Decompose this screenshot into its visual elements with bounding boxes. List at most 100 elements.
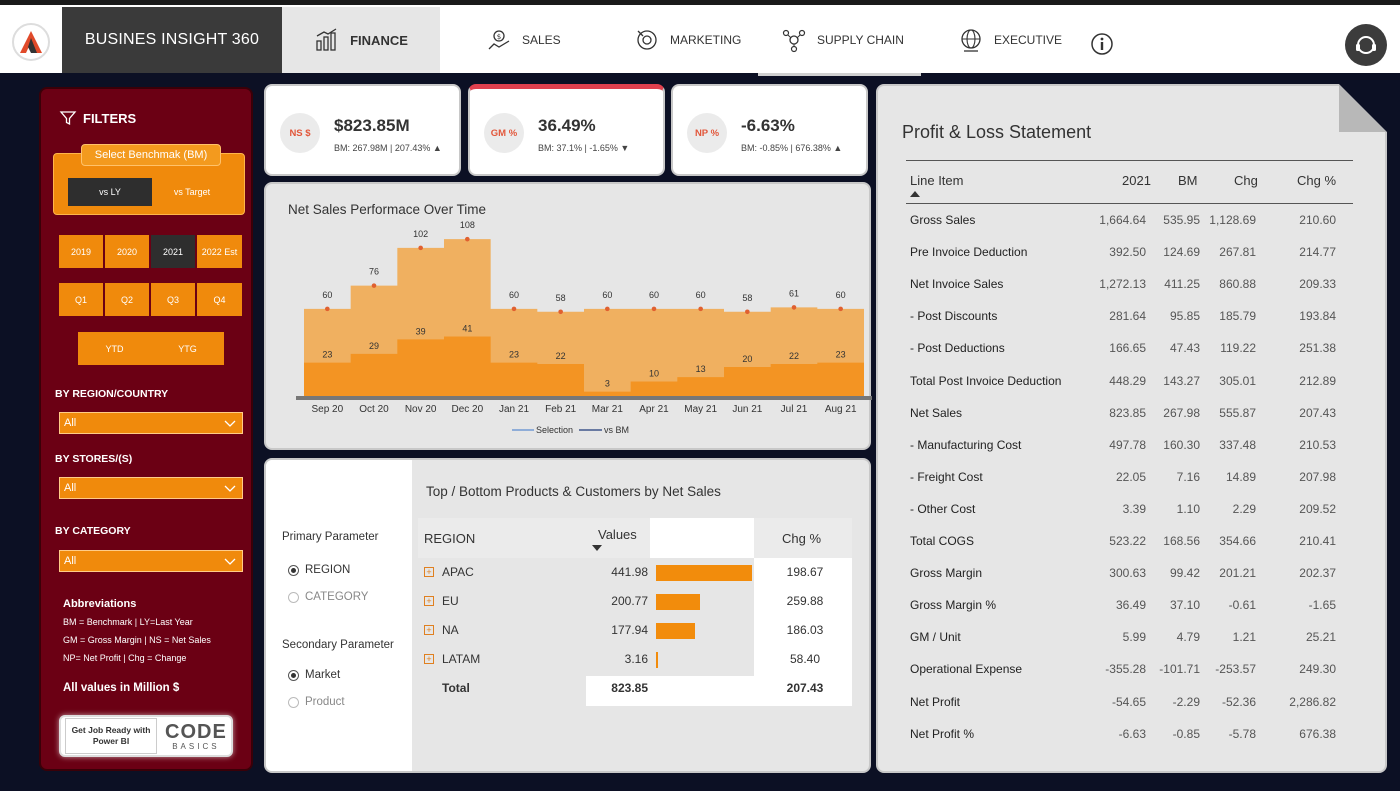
- radio-market[interactable]: Market: [288, 669, 340, 681]
- tab-supply-chain-label: SUPPLY CHAIN: [817, 33, 904, 47]
- table-row[interactable]: + APAC 441.98 198.67: [418, 558, 852, 587]
- year-2022-est-button[interactable]: 2022 Est: [197, 235, 242, 268]
- support-button[interactable]: [1345, 24, 1387, 66]
- promo-banner[interactable]: Get Job Ready with Power BI CODE BASICS: [59, 715, 233, 757]
- pl-line-item: - Manufacturing Cost: [910, 437, 1022, 452]
- radio-category[interactable]: CATEGORY: [288, 591, 368, 603]
- selection-point: [418, 245, 423, 251]
- radio-product[interactable]: Product: [288, 696, 345, 708]
- headset-icon: [1356, 36, 1376, 54]
- selection-data-label: 60: [509, 290, 519, 300]
- kpi-badge: GM %: [484, 113, 524, 153]
- expand-plus-icon[interactable]: +: [424, 625, 434, 635]
- table-row[interactable]: + NA 177.94 186.03: [418, 616, 852, 645]
- top-bottom-panel: Primary Parameter REGION CATEGORY Second…: [264, 458, 871, 773]
- stores-dropdown[interactable]: All: [59, 477, 243, 499]
- chevron-down-icon: [224, 558, 236, 565]
- region-value: 441.98: [611, 565, 648, 579]
- benchmark-option-vs-ly[interactable]: vs LY: [68, 178, 152, 206]
- sales-icon: $: [488, 30, 510, 50]
- pl-value: 207.98: [1299, 469, 1336, 484]
- selection-point: [791, 305, 797, 310]
- tab-executive[interactable]: EXECUTIVE: [958, 7, 1078, 73]
- quarter-q3-button[interactable]: Q3: [151, 283, 195, 316]
- quarter-q2-button[interactable]: Q2: [105, 283, 149, 316]
- pl-row: - Post Deductions 166.65 47.43 119.22 251.38: [906, 332, 1353, 364]
- info-icon[interactable]: [1090, 32, 1114, 56]
- sort-asc-icon: [910, 191, 920, 197]
- pl-col-2021[interactable]: 2021: [1122, 173, 1151, 188]
- region-dropdown[interactable]: All: [59, 412, 243, 434]
- pl-value: 202.37: [1299, 566, 1336, 581]
- logo-a-icon: [20, 31, 42, 53]
- expand-plus-icon[interactable]: +: [424, 567, 434, 577]
- expand-plus-icon[interactable]: +: [424, 596, 434, 606]
- benchmark-data-label: 22: [789, 351, 799, 361]
- region-chg: 186.03: [786, 623, 824, 637]
- radio-dot-selected: [288, 564, 299, 576]
- region-value: 177.94: [611, 623, 648, 637]
- pl-line-item: Gross Margin %: [910, 598, 997, 613]
- supply-chain-icon: [782, 29, 806, 53]
- pl-value: 185.79: [1219, 309, 1256, 324]
- kpi-value: -6.63%: [741, 116, 795, 135]
- pl-value: -0.61: [1228, 598, 1256, 613]
- tab-underline: [758, 73, 921, 76]
- tab-sales[interactable]: $ SALES: [486, 7, 586, 73]
- tab-supply-chain[interactable]: SUPPLY CHAIN: [781, 7, 921, 73]
- x-tick-label: Jun 21: [732, 404, 762, 415]
- benchmark-data-label: 23: [322, 350, 332, 360]
- abbreviation-line: NP= Net Profit | Chg = Change: [63, 653, 187, 663]
- kpi-badge: NP %: [687, 113, 727, 153]
- category-dropdown[interactable]: All: [59, 550, 243, 572]
- radio-region[interactable]: REGION: [288, 564, 350, 576]
- table-row[interactable]: + EU 200.77 259.88: [418, 587, 852, 616]
- quarter-q1-button[interactable]: Q1: [59, 283, 103, 316]
- expand-plus-icon[interactable]: +: [424, 654, 434, 664]
- x-tick-label: Aug 21: [825, 404, 857, 415]
- column-header-values[interactable]: Values: [598, 514, 637, 554]
- pl-line-item: Pre Invoice Deduction: [910, 245, 1028, 260]
- pl-line-item: Operational Expense: [910, 662, 1023, 677]
- pl-row: - Other Cost 3.39 1.10 2.29 209.52: [906, 493, 1353, 525]
- stores-dropdown-value: All: [64, 482, 77, 494]
- pl-col-chg-pct[interactable]: Chg %: [1297, 173, 1336, 188]
- column-header-chg[interactable]: Chg %: [782, 518, 821, 558]
- ytg-button[interactable]: YTG: [151, 332, 224, 365]
- x-tick-label: Jul 21: [781, 404, 808, 415]
- selection-point: [605, 306, 610, 312]
- pl-value: 2.29: [1232, 501, 1256, 516]
- quarter-q4-button[interactable]: Q4: [197, 283, 242, 316]
- tab-finance[interactable]: FINANCE: [282, 7, 440, 73]
- region-chg: 58.40: [789, 652, 821, 666]
- pl-line-item: Net Profit: [910, 694, 961, 709]
- pl-col-bm[interactable]: BM: [1178, 173, 1198, 188]
- selection-data-label: 60: [649, 290, 659, 300]
- pl-value: -253.57: [1215, 662, 1256, 677]
- value-bar: [656, 623, 695, 639]
- benchmark-option-vs-target[interactable]: vs Target: [150, 178, 234, 206]
- executive-globe-icon: [961, 29, 981, 52]
- column-header-region[interactable]: REGION: [424, 518, 475, 558]
- pl-col-chg[interactable]: Chg: [1234, 173, 1258, 188]
- trend-down-icon: ▼: [620, 143, 630, 153]
- x-tick-label: May 21: [684, 404, 717, 415]
- pl-value: 354.66: [1219, 534, 1256, 548]
- pl-col-line-item[interactable]: Line Item: [910, 173, 963, 188]
- pl-value: 267.81: [1219, 245, 1256, 260]
- selection-point: [745, 309, 750, 315]
- year-2020-button[interactable]: 2020: [105, 235, 149, 268]
- radio-dot-selected: [288, 669, 299, 681]
- radio-label: Product: [305, 696, 345, 708]
- benchmark-data-label: 20: [742, 354, 752, 364]
- radio-label: CATEGORY: [305, 591, 369, 603]
- pl-line-item: - Other Cost: [910, 501, 976, 516]
- year-2019-button[interactable]: 2019: [59, 235, 103, 268]
- stores-filter-label: BY STORES/(S): [55, 453, 133, 465]
- table-row[interactable]: + LATAM 3.16 58.40: [418, 645, 852, 674]
- year-2021-button[interactable]: 2021: [151, 235, 195, 268]
- tab-finance-label: FINANCE: [350, 32, 408, 48]
- tab-marketing[interactable]: MARKETING: [634, 7, 754, 73]
- pl-line-item: Net Profit %: [910, 726, 975, 741]
- ytd-button[interactable]: YTD: [78, 332, 151, 365]
